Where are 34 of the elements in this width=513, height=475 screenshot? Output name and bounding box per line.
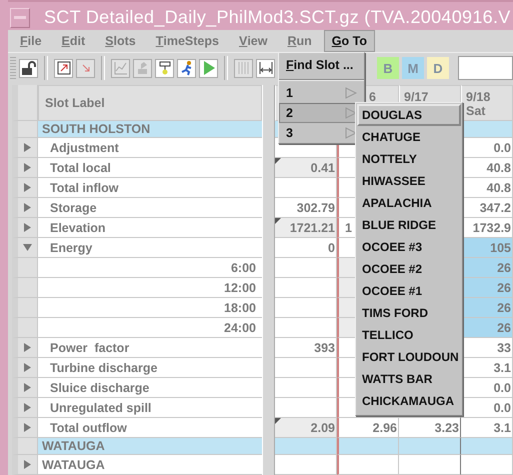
column-title: 9/18 [466,90,490,104]
table-cell: 302.79 [275,198,337,218]
table-cell: 0.0 [461,378,513,398]
table-cell: 26 [461,258,513,278]
timestep-label: 18:00 [38,298,262,318]
table-cell: 0.0 [461,138,513,158]
table-cell: 26 [461,318,513,338]
table-cell: 105 [461,238,513,258]
table-cell: 0 [275,238,337,258]
timestep-label: 12:00 [38,278,262,298]
table-cell: 40.8 [461,178,513,198]
column-title: 6 [369,90,376,104]
table-cell: 0.41 [275,158,337,178]
table-cell: 393 [275,338,337,358]
column-subtitle: Sat [466,104,486,118]
table-cell: 2.09 [275,418,337,438]
table-cell: 40.8 [461,158,513,178]
table-cell: 33 [461,338,513,358]
column-title: 9/17 [404,90,428,104]
table-cell: 347.2 [461,198,513,218]
table-cell: 3.1 [461,358,513,378]
table-cell: 1721.21 [275,218,337,238]
timestep-label: 24:00 [38,318,262,338]
table-cell: 1732.9 [461,218,513,238]
table-cell: 0.0 [461,398,513,418]
table-cell: 3.23 [399,418,461,438]
window-title: SCT Detailed_Daily_PhilMod3.SCT.gz (TVA.20040916.V [44,7,511,28]
table-cell: 26 [461,298,513,318]
table-cell: 2.96 [337,418,399,438]
timestep-label: 6:00 [38,258,262,278]
group-label: SOUTH HOLSTON [38,121,262,138]
table-cell: 26 [461,278,513,298]
table-cell: 3.1 [461,418,513,438]
group-label: WATAUGA [38,438,262,455]
